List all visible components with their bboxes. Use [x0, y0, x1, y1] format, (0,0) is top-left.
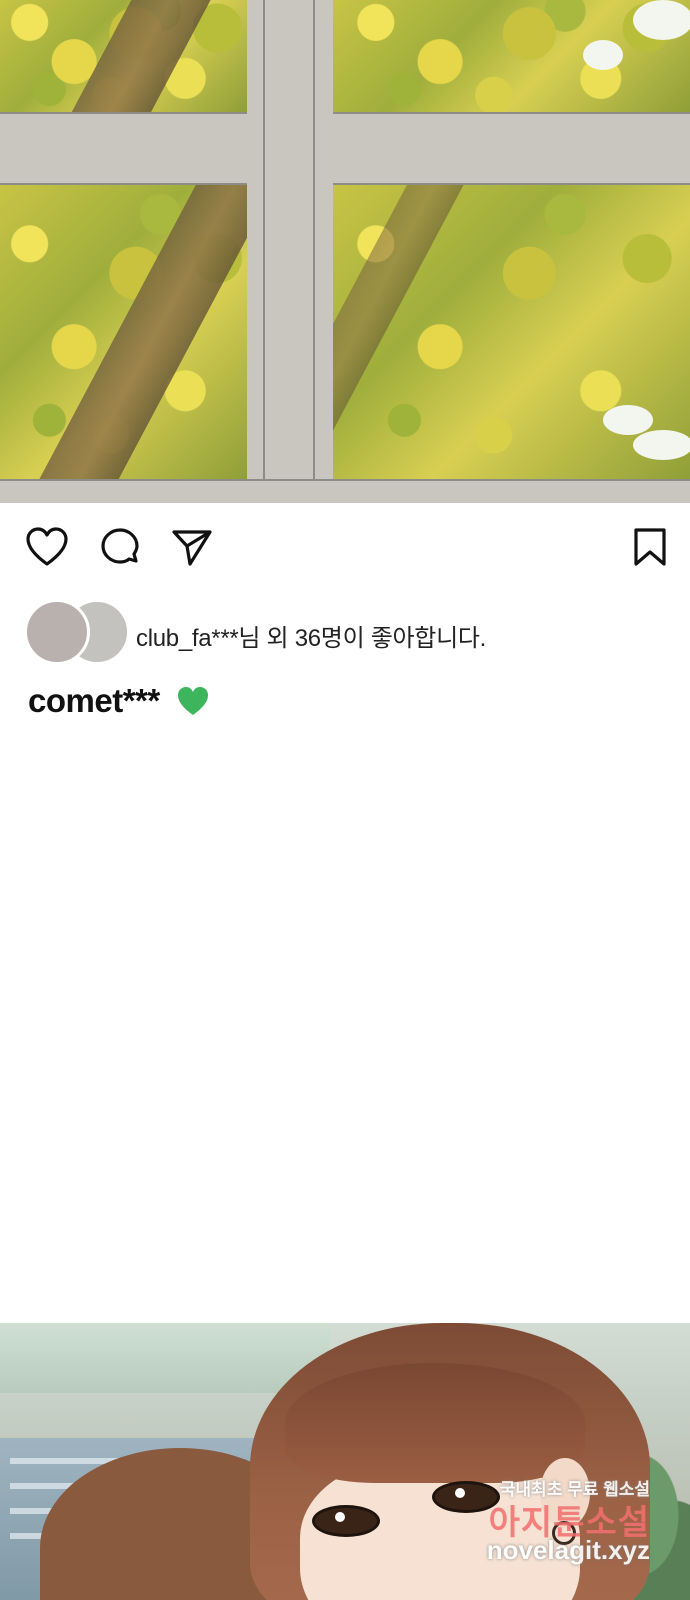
post-action-bar	[0, 518, 690, 578]
caption-username[interactable]: comet***	[28, 682, 160, 719]
comment-bubble-icon[interactable]	[98, 526, 142, 570]
window-pane	[333, 0, 690, 112]
heart-outline-icon[interactable]	[25, 526, 69, 570]
characters-scene-image: 국내최초 무료 웹소설 아지툰소설 novelagit.xyz	[0, 1323, 690, 1600]
paper-plane-icon[interactable]	[170, 526, 214, 570]
likes-text[interactable]: club_fa***님 외 36명이 좋아합니다.	[136, 618, 486, 653]
window-pane	[0, 185, 247, 479]
bookmark-icon[interactable]	[628, 526, 672, 570]
likes-row: club_fa***님 외 36명이 좋아합니다.	[24, 599, 664, 666]
window-pane	[333, 185, 690, 479]
avatar	[24, 599, 90, 665]
window-scene-image	[0, 0, 690, 503]
post-caption: comet***	[28, 682, 210, 726]
window-pane	[0, 0, 247, 112]
watermark-url: novelagit.xyz	[486, 1535, 650, 1565]
green-heart-icon	[176, 685, 210, 717]
webtoon-page: club_fa***님 외 36명이 좋아합니다. comet*** 국내최초 …	[0, 0, 690, 1600]
